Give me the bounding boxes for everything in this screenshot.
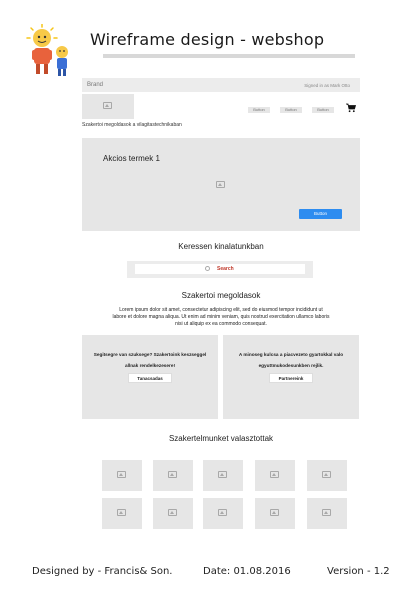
title-underline bbox=[103, 54, 355, 58]
gallery-item[interactable] bbox=[255, 460, 295, 491]
shopping-cart-icon[interactable] bbox=[346, 103, 356, 113]
panel-text: A minoseg kulcsa a piacvezeto gyartokkal… bbox=[238, 352, 344, 368]
image-icon bbox=[117, 509, 126, 516]
wireframe-frame: Brand Signed in as Mark Otto Button Butt… bbox=[82, 78, 360, 548]
brand-image-placeholder bbox=[82, 94, 134, 119]
image-icon bbox=[322, 471, 331, 478]
hero-banner: Akcios termek 1 Button bbox=[82, 138, 360, 231]
gallery-item[interactable] bbox=[203, 498, 243, 529]
search-icon bbox=[205, 266, 210, 271]
gallery-item[interactable] bbox=[153, 498, 193, 529]
consulting-button[interactable]: Tanacsadas bbox=[128, 373, 172, 383]
gallery-item[interactable] bbox=[307, 498, 347, 529]
panel-consulting: Segitsegre van szuksege? Szakertoink kes… bbox=[82, 335, 218, 419]
image-icon bbox=[270, 471, 279, 478]
header-button-3[interactable]: Button bbox=[312, 107, 334, 113]
gallery-item[interactable] bbox=[255, 498, 295, 529]
gallery-item[interactable] bbox=[153, 460, 193, 491]
image-icon bbox=[168, 509, 177, 516]
footer-version: Version - 1.2 bbox=[327, 566, 390, 577]
gallery-item[interactable] bbox=[102, 460, 142, 491]
sheet-title: Wireframe design - webshop bbox=[90, 30, 325, 49]
solutions-paragraph: Lorem ipsum dolor sit amet, consectetur … bbox=[112, 307, 330, 327]
navbar: Brand Signed in as Mark Otto bbox=[82, 78, 360, 92]
gallery-item[interactable] bbox=[203, 460, 243, 491]
gallery-item[interactable] bbox=[307, 460, 347, 491]
search-label: Search bbox=[217, 266, 234, 272]
brand-link[interactable]: Brand bbox=[87, 82, 103, 88]
search-heading: Keressen kinalatunkban bbox=[178, 242, 264, 251]
footer-designed-by: Designed by - Francis& Son. bbox=[32, 566, 173, 577]
signed-in-status[interactable]: Signed in as Mark Otto bbox=[304, 83, 350, 88]
image-icon bbox=[218, 471, 227, 478]
gallery-item[interactable] bbox=[102, 498, 142, 529]
gallery-heading: Szakertelmunket valasztottak bbox=[168, 434, 274, 443]
header-button-2[interactable]: Button bbox=[280, 107, 302, 113]
image-icon bbox=[218, 509, 227, 516]
hero-button[interactable]: Button bbox=[299, 209, 342, 219]
image-icon bbox=[216, 181, 225, 188]
image-icon bbox=[168, 471, 177, 478]
search-bar: Search bbox=[127, 261, 313, 278]
lightbulb-characters-logo bbox=[26, 24, 68, 76]
image-icon bbox=[103, 102, 112, 109]
search-input[interactable]: Search bbox=[135, 264, 305, 274]
solutions-heading: Szakertoi megoldasok bbox=[181, 291, 261, 300]
header-button-1[interactable]: Button bbox=[248, 107, 270, 113]
hero-title: Akcios termek 1 bbox=[103, 154, 160, 163]
image-icon bbox=[117, 471, 126, 478]
footer-date: Date: 01.08.2016 bbox=[203, 566, 291, 577]
panel-partners: A minoseg kulcsa a piacvezeto gyartokkal… bbox=[223, 335, 359, 419]
tagline: Szakertoi megoldasok a vilagitastechnika… bbox=[82, 122, 182, 128]
panel-text: Segitsegre van szuksege? Szakertoink kes… bbox=[93, 352, 207, 368]
image-icon bbox=[322, 509, 331, 516]
image-icon bbox=[270, 509, 279, 516]
partners-button[interactable]: Partnereink bbox=[269, 373, 313, 383]
